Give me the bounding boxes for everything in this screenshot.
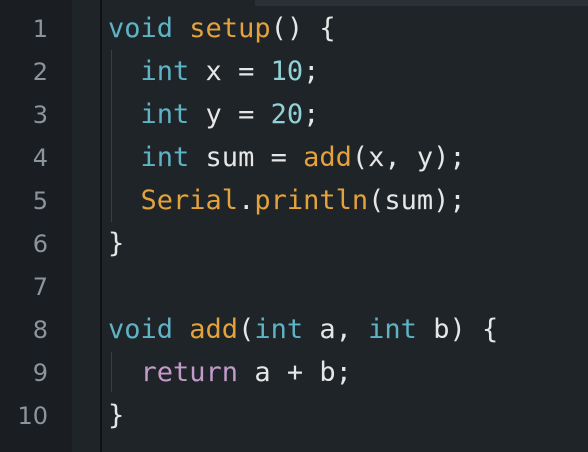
code-token: setup	[189, 13, 271, 44]
code-text[interactable]: int y = 20;	[108, 97, 320, 133]
code-token: Serial	[140, 185, 239, 216]
line-number: 4	[32, 144, 48, 172]
code-token: ;	[303, 56, 320, 87]
code-text[interactable]: int x = 10;	[108, 54, 320, 90]
code-token: add	[189, 314, 239, 345]
code-token: 10	[270, 56, 304, 87]
code-token: sum =	[189, 142, 304, 173]
code-token: int	[140, 56, 190, 87]
code-token: int	[140, 99, 190, 130]
code-token: (x, y);	[351, 142, 466, 173]
code-token: (	[238, 314, 255, 345]
line-number: 1	[32, 15, 48, 43]
code-line[interactable]: 7	[0, 266, 588, 309]
code-token: .	[238, 185, 255, 216]
code-text[interactable]: return a + b;	[108, 355, 352, 391]
line-number: 7	[32, 273, 48, 301]
code-line[interactable]: 9 return a + b;	[0, 352, 588, 395]
code-line[interactable]: 8 void add(int a, int b) {	[0, 309, 588, 352]
line-number: 3	[32, 101, 48, 129]
line-number: 5	[32, 187, 48, 215]
line-number: 6	[32, 230, 48, 258]
code-token: ;	[303, 99, 320, 130]
code-text[interactable]: int sum = add(x, y);	[108, 140, 466, 176]
code-token: return	[140, 357, 239, 388]
code-token: }	[108, 228, 125, 259]
code-token: 20	[270, 99, 304, 130]
code-token: a,	[303, 314, 369, 345]
code-token: println	[254, 185, 369, 216]
editor-top-bar	[255, 0, 588, 6]
line-number: 10	[17, 402, 48, 430]
code-line[interactable]: 1 void setup() {	[0, 8, 588, 51]
code-token: x =	[189, 56, 271, 87]
code-token: int	[254, 314, 304, 345]
code-token: }	[108, 400, 125, 431]
code-line[interactable]: 5 Serial.println(sum);	[0, 180, 588, 223]
code-line[interactable]: 3 int y = 20;	[0, 94, 588, 137]
line-number: 8	[32, 316, 48, 344]
code-text[interactable]: void add(int a, int b) {	[108, 312, 498, 348]
code-token: (sum);	[368, 185, 466, 216]
code-token: () {	[270, 13, 336, 44]
code-token: y =	[189, 99, 271, 130]
code-token: void	[108, 314, 174, 345]
code-token: a + b;	[238, 357, 352, 388]
code-token: b) {	[416, 314, 499, 345]
code-line[interactable]: 4 int sum = add(x, y);	[0, 137, 588, 180]
line-number: 2	[32, 58, 48, 86]
code-line[interactable]: 10}	[0, 395, 588, 438]
code-text[interactable]: Serial.println(sum);	[108, 183, 466, 219]
code-text[interactable]: void setup() {	[108, 11, 336, 47]
line-number: 9	[32, 359, 48, 387]
code-text[interactable]: }	[108, 398, 124, 434]
code-text[interactable]: }	[108, 226, 124, 262]
code-token: int	[368, 314, 417, 345]
code-line[interactable]: 2 int x = 10;	[0, 51, 588, 94]
code-token: void	[108, 13, 174, 44]
code-line[interactable]: 6}	[0, 223, 588, 266]
code-token: int	[140, 142, 190, 173]
code-editor[interactable]: 1 void setup() {2 int x = 10; 3 int y = 20…	[0, 0, 588, 452]
code-token: add	[303, 142, 352, 173]
